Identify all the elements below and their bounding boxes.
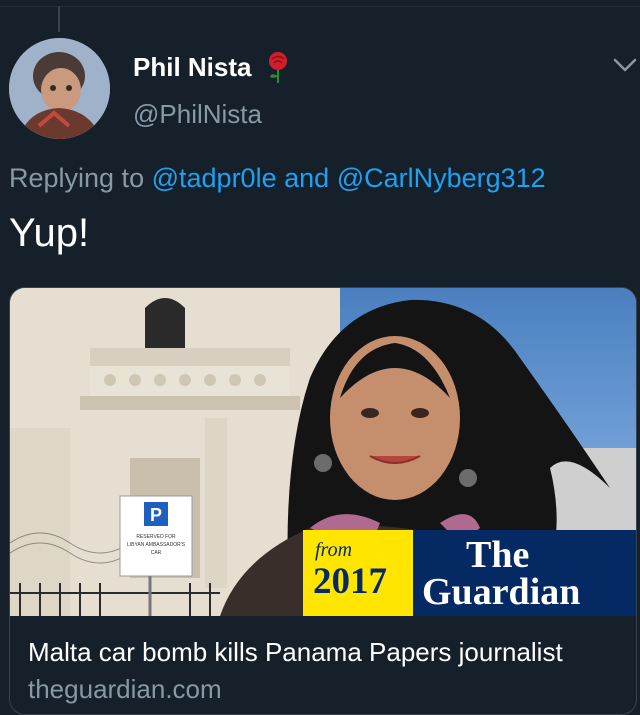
author-display-name[interactable]: Phil Nista <box>133 52 251 83</box>
sign-line: RESERVED FOR <box>136 534 176 540</box>
tweet-text: Yup! <box>9 211 90 255</box>
card-title[interactable]: Malta car bomb kills Panama Papers journ… <box>28 637 563 668</box>
card-image[interactable]: P RESERVED FOR LIBYAN AMBASSADOR'S CAR f… <box>10 288 636 616</box>
thread-connector-line <box>58 6 60 32</box>
badge-year: 2017 <box>313 561 387 602</box>
mention-link[interactable]: @CarlNyberg312 <box>337 163 546 193</box>
rose-icon <box>269 52 287 83</box>
guardian-logo-line: The <box>466 534 529 576</box>
author-handle[interactable]: @PhilNista <box>133 99 262 130</box>
sign-line: CAR <box>151 550 162 556</box>
mention-link[interactable]: @tadpr0le <box>152 163 277 193</box>
sign-line: LIBYAN AMBASSADOR'S <box>127 542 186 548</box>
mention-conjunction[interactable]: and <box>284 163 329 193</box>
top-divider <box>0 6 640 7</box>
replying-to-label: Replying to <box>9 163 145 193</box>
guardian-logo-line: Guardian <box>422 571 580 613</box>
replying-to-line: Replying to @tadpr0le and @CarlNyberg312 <box>9 163 546 194</box>
chevron-down-icon[interactable] <box>612 56 638 74</box>
card-domain[interactable]: theguardian.com <box>28 674 222 705</box>
sign-letter: P <box>150 505 162 525</box>
avatar[interactable] <box>9 38 110 139</box>
link-card[interactable]: P RESERVED FOR LIBYAN AMBASSADOR'S CAR f… <box>9 287 637 715</box>
badge-from: from <box>315 539 352 561</box>
